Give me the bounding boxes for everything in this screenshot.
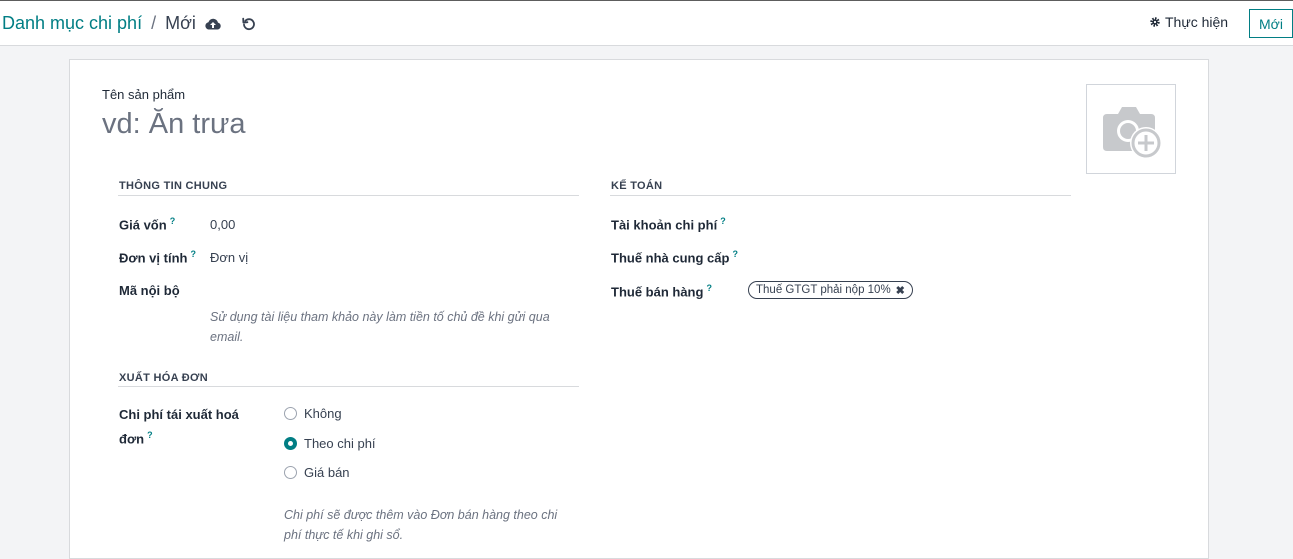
sales-tax-label: Thuế bán hàng? (611, 283, 712, 299)
invoicing-section-title: XUẤT HÓA ĐƠN (119, 372, 208, 384)
remove-tag-icon[interactable]: ✖ (896, 284, 905, 297)
cost-label: Giá vốn? (119, 216, 175, 232)
cost-label-text: Giá vốn (119, 217, 167, 233)
sales-tax-tag: Thuế GTGT phải nộp 10% ✖ (748, 281, 913, 299)
vendor-tax-input[interactable] (748, 246, 1068, 268)
reinvoice-option-sales-price-label: Giá bán (304, 465, 350, 480)
invoicing-section-divider (118, 386, 579, 387)
form-sheet: Tên sản phẩm vd: Ăn trưa THÔNG TIN CHUNG… (69, 59, 1209, 559)
cloud-upload-icon (205, 18, 221, 30)
reinvoice-option-sales-price[interactable]: Giá bán (284, 465, 350, 480)
reinvoice-option-no-label: Không (304, 406, 342, 421)
sales-tax-tag-label: Thuế GTGT phải nộp 10% (756, 284, 891, 296)
radio-sales-price[interactable] (284, 466, 297, 479)
cost-help-marker[interactable]: ? (170, 216, 176, 226)
reinvoice-option-cost[interactable]: Theo chi phí (284, 436, 376, 451)
sales-tax-input[interactable]: Thuế GTGT phải nộp 10% ✖ (748, 281, 913, 299)
sales-tax-label-text: Thuế bán hàng (611, 284, 704, 300)
reinvoice-option-no[interactable]: Không (284, 406, 342, 421)
reinvoice-help: Chi phí sẽ được thêm vào Đơn bán hàng th… (284, 508, 558, 542)
breadcrumb-current: Mới (165, 13, 196, 33)
reinvoice-help-marker[interactable]: ? (147, 430, 153, 440)
uom-label: Đơn vị tính? (119, 249, 196, 265)
internal-ref-input[interactable] (210, 282, 574, 302)
cost-input[interactable]: 0,00 (210, 217, 235, 232)
sales-tax-help-marker[interactable]: ? (706, 283, 712, 293)
product-name-input[interactable]: vd: Ăn trưa (102, 108, 246, 141)
expense-account-input[interactable] (748, 213, 1068, 235)
expense-account-help-marker[interactable]: ? (720, 216, 726, 226)
internal-ref-help: Sử dụng tài liệu tham khảo này làm tiền … (210, 310, 550, 344)
gear-icon (1150, 17, 1160, 27)
breadcrumb: Danh mục chi phí / Mới (2, 13, 196, 34)
reinvoice-option-cost-label: Theo chi phí (304, 436, 376, 451)
reinvoice-label-text: Chi phí tái xuất hoá đơn (119, 407, 239, 447)
general-section-title: THÔNG TIN CHUNG (119, 180, 228, 192)
breadcrumb-parent-link[interactable]: Danh mục chi phí (2, 13, 142, 33)
save-button[interactable] (203, 14, 223, 34)
expense-account-label-text: Tài khoản chi phí (611, 217, 718, 233)
image-upload[interactable] (1086, 84, 1176, 174)
discard-button[interactable] (239, 14, 259, 34)
new-button[interactable]: Mới (1249, 9, 1293, 38)
accounting-section-divider (610, 195, 1071, 196)
control-panel: Danh mục chi phí / Mới Thực hiện Mới (0, 0, 1293, 46)
actions-menu-button[interactable]: Thực hiện (1149, 14, 1228, 30)
top-border (0, 0, 1293, 1)
camera-add-icon (1103, 107, 1162, 159)
vendor-tax-help-marker[interactable]: ? (732, 249, 738, 259)
accounting-section-title: KẾ TOÁN (611, 180, 663, 192)
radio-no[interactable] (284, 407, 297, 420)
expense-account-label: Tài khoản chi phí? (611, 216, 726, 232)
internal-ref-label: Mã nội bộ (119, 283, 180, 298)
general-section-divider (118, 195, 579, 196)
uom-label-text: Đơn vị tính (119, 250, 188, 266)
uom-input[interactable]: Đơn vị (210, 250, 248, 265)
undo-icon (242, 17, 255, 31)
uom-help-marker[interactable]: ? (190, 249, 196, 259)
vendor-tax-label: Thuế nhà cung cấp? (611, 249, 738, 265)
breadcrumb-separator: / (151, 13, 157, 33)
product-name-label: Tên sản phẩm (102, 87, 186, 102)
actions-menu-label: Thực hiện (1165, 14, 1229, 30)
vendor-tax-label-text: Thuế nhà cung cấp (611, 250, 730, 266)
reinvoice-label: Chi phí tái xuất hoá đơn? (119, 405, 254, 449)
radio-cost[interactable] (284, 437, 297, 450)
